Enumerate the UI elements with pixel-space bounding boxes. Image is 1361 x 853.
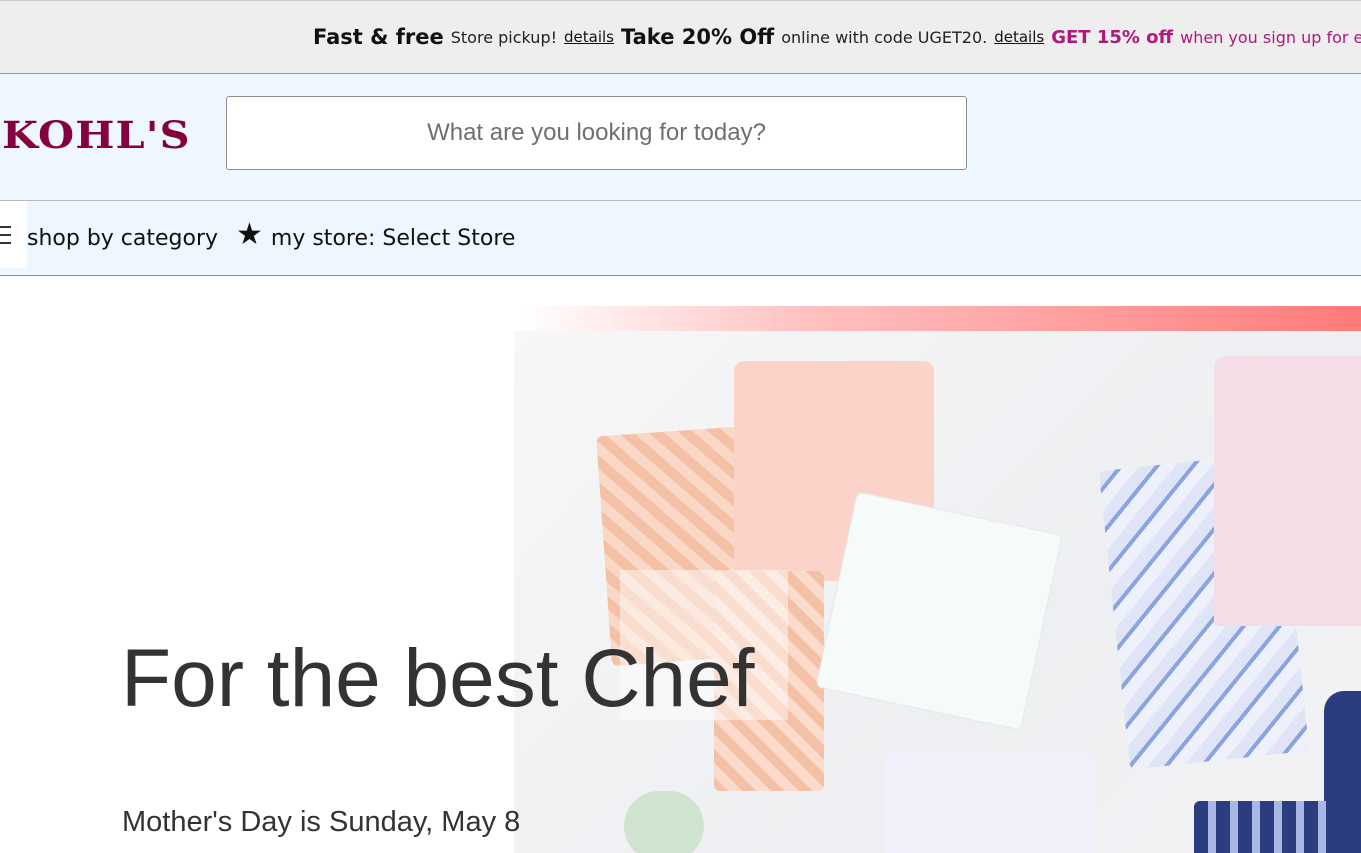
shop-by-category-button[interactable]: shop by category <box>27 201 218 276</box>
kohls-logo[interactable]: KOHL'S <box>2 113 191 157</box>
promo-banner: Fast & free Store pickup! details Take 2… <box>0 0 1361 74</box>
tie-dye-garment-image <box>1194 801 1334 853</box>
promo-discount-text: online with code UGET20. <box>781 27 988 47</box>
promo-signup-headline[interactable]: GET 15% off <box>1051 27 1173 48</box>
my-store-button[interactable]: ★ my store: Select Store <box>236 201 515 276</box>
lilac-tee-image <box>1214 356 1361 626</box>
promo-pickup-headline: Fast & free <box>313 25 444 49</box>
white-tee-image <box>884 751 1094 853</box>
hamburger-menu-icon[interactable] <box>0 201 27 268</box>
hero-banner[interactable]: For the best Chef Mother's Day is Sunday… <box>0 276 1361 853</box>
butterfly-shorts-image <box>815 491 1063 731</box>
promo-discount-headline: Take 20% Off <box>621 25 775 49</box>
hero-gradient-stripe <box>520 306 1361 331</box>
hero-title: For the best Chef <box>121 633 755 724</box>
site-header: KOHL'S <box>0 74 1361 201</box>
promo-signup-text[interactable]: when you sign up for e <box>1180 28 1361 47</box>
promo-pickup-details-link[interactable]: details <box>564 28 614 46</box>
shop-by-category-label: shop by category <box>27 226 219 251</box>
promo-pickup-text: Store pickup! <box>450 27 558 47</box>
hero-subtitle: Mother's Day is Sunday, May 8 <box>122 806 521 838</box>
main-nav: shop by category ★ my store: Select Stor… <box>0 201 1361 276</box>
promo-discount-details-link[interactable]: details <box>994 28 1044 46</box>
my-store-label: my store: Select Store <box>270 226 516 251</box>
search-box[interactable] <box>226 96 967 170</box>
search-input[interactable] <box>227 97 966 169</box>
star-icon: ★ <box>236 216 263 252</box>
slipper-image <box>624 791 704 853</box>
